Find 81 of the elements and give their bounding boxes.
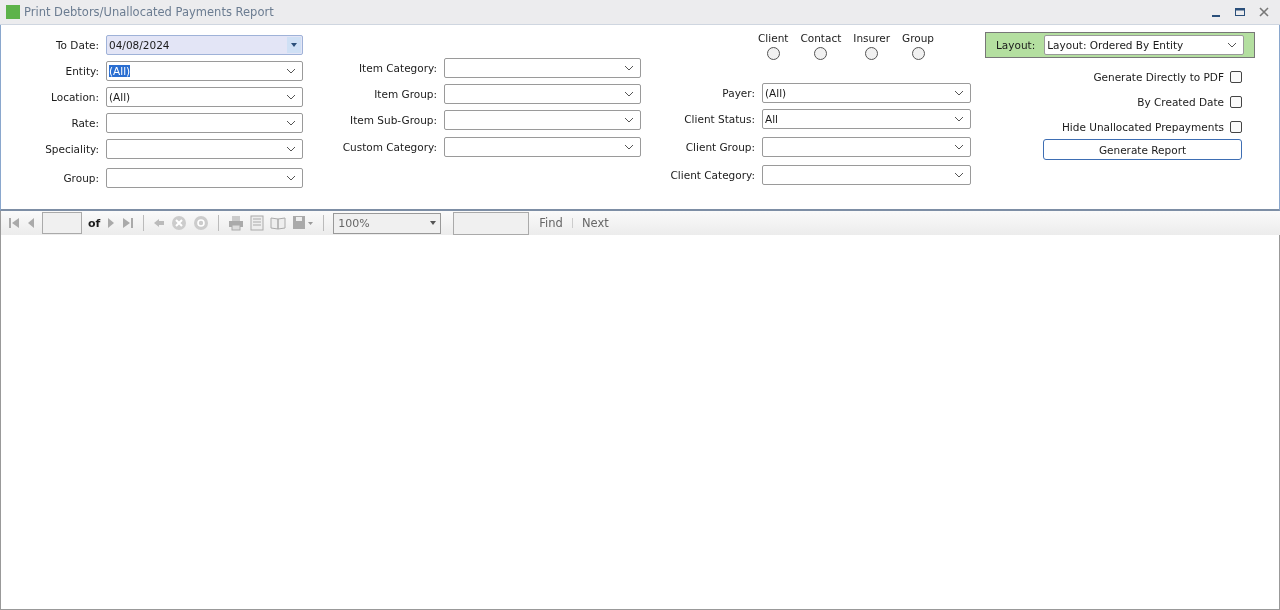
field-label: Group: bbox=[62, 172, 100, 184]
app-logo-icon bbox=[6, 5, 20, 19]
caret-icon bbox=[430, 221, 437, 225]
chevron-icon bbox=[954, 90, 964, 96]
dropdown[interactable]: (All) bbox=[762, 83, 971, 103]
printer-icon[interactable] bbox=[228, 215, 245, 231]
zoom-dropdown[interactable]: 100% bbox=[333, 212, 442, 234]
stop-icon[interactable] bbox=[171, 215, 188, 231]
field-label: Entity: bbox=[64, 65, 100, 77]
previous-page-icon[interactable] bbox=[26, 216, 36, 230]
radio-button[interactable] bbox=[766, 47, 780, 60]
checkbox[interactable] bbox=[1230, 70, 1242, 83]
chevron-icon bbox=[286, 120, 296, 126]
field-label: Item Sub-Group: bbox=[349, 114, 438, 126]
next-link[interactable]: Next bbox=[581, 216, 609, 230]
dropdown[interactable] bbox=[106, 139, 303, 159]
chevron-icon bbox=[624, 144, 634, 150]
radio-button[interactable] bbox=[865, 47, 879, 60]
find-link[interactable]: Find bbox=[539, 216, 563, 230]
last-page-icon[interactable] bbox=[122, 216, 135, 230]
dropdown[interactable]: (All) bbox=[106, 87, 303, 107]
refresh-icon[interactable] bbox=[193, 215, 210, 231]
page-count-label: of bbox=[88, 216, 101, 230]
chevron-icon bbox=[286, 94, 296, 100]
back-arrow-icon[interactable] bbox=[153, 216, 166, 230]
dropdown[interactable] bbox=[444, 137, 641, 157]
field-label: Custom Category: bbox=[341, 141, 438, 153]
dropdown[interactable]: (All) bbox=[106, 61, 303, 81]
field-label: Rate: bbox=[70, 117, 100, 129]
chevron-icon bbox=[624, 65, 634, 71]
page-number-field[interactable] bbox=[42, 212, 82, 234]
layout-dropdown[interactable]: Layout: Ordered By Entity bbox=[1044, 35, 1244, 55]
checkbox-label: Generate Directly to PDF bbox=[1093, 70, 1224, 83]
find-field[interactable] bbox=[453, 211, 530, 235]
radio-label: Client bbox=[758, 32, 789, 44]
dropdown[interactable] bbox=[444, 110, 641, 130]
book-icon[interactable] bbox=[270, 215, 287, 231]
field-label: To Date: bbox=[54, 39, 100, 51]
field-label: Item Category: bbox=[358, 62, 438, 74]
layout-label: Layout: bbox=[996, 39, 1036, 51]
field-label: Client Group: bbox=[684, 141, 756, 153]
radio-label: Contact bbox=[800, 32, 842, 44]
field-label: Client Status: bbox=[683, 113, 756, 125]
chevron-icon bbox=[286, 146, 296, 152]
dropdown[interactable] bbox=[762, 165, 971, 185]
dropdown[interactable] bbox=[444, 84, 641, 104]
page-layout-icon[interactable] bbox=[250, 215, 265, 231]
date-picker[interactable]: 04/08/2024 bbox=[106, 35, 303, 55]
caret-icon bbox=[291, 43, 297, 47]
generate-report-button[interactable]: Generate Report bbox=[1043, 139, 1242, 160]
field-label: Client Category: bbox=[669, 169, 756, 181]
dropdown[interactable]: All bbox=[762, 109, 971, 129]
field-label: Speciality: bbox=[44, 143, 100, 155]
first-page-icon[interactable] bbox=[8, 216, 20, 230]
chevron-icon bbox=[624, 117, 634, 123]
radio-label: Group bbox=[902, 32, 934, 44]
maximize-icon[interactable] bbox=[1234, 6, 1246, 18]
chevron-icon bbox=[624, 91, 634, 97]
chevron-icon bbox=[954, 144, 964, 150]
checkbox[interactable] bbox=[1230, 95, 1242, 108]
save-dropdown-icon[interactable] bbox=[292, 215, 315, 231]
chevron-icon bbox=[954, 116, 964, 122]
radio-button[interactable] bbox=[814, 47, 828, 60]
dropdown[interactable] bbox=[444, 58, 641, 78]
dropdown[interactable] bbox=[106, 113, 303, 133]
radio-button[interactable] bbox=[911, 47, 925, 60]
dropdown[interactable] bbox=[762, 137, 971, 157]
checkbox-label: By Created Date bbox=[1137, 95, 1224, 108]
chevron-icon bbox=[954, 172, 964, 178]
chevron-icon bbox=[286, 68, 296, 74]
chevron-icon bbox=[1227, 42, 1237, 48]
radio-label: Insurer bbox=[853, 32, 891, 44]
chevron-icon bbox=[286, 175, 296, 181]
window-title: Print Debtors/Unallocated Payments Report bbox=[24, 5, 275, 19]
checkbox[interactable] bbox=[1230, 120, 1242, 133]
field-label: Payer: bbox=[721, 87, 756, 99]
close-icon[interactable] bbox=[1258, 6, 1270, 18]
checkbox-label: Hide Unallocated Prepayments bbox=[1061, 120, 1224, 133]
field-label: Location: bbox=[50, 91, 100, 103]
field-label: Item Group: bbox=[373, 88, 438, 100]
dropdown[interactable] bbox=[106, 168, 303, 188]
